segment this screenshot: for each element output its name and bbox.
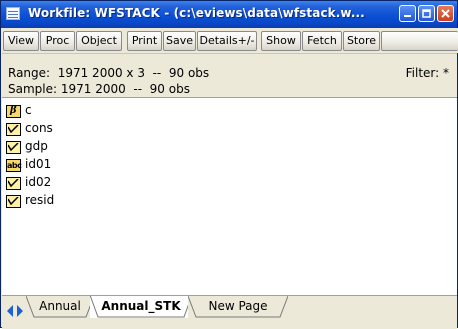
workfile-info: Range: 1971 2000 x 3 -- 90 obs Sample: 1… — [2, 53, 457, 98]
tab-label: Annual_STK — [101, 299, 181, 313]
fetch-button[interactable]: Fetch — [302, 31, 342, 51]
object-label: gdp — [25, 139, 48, 153]
minimize-button[interactable] — [399, 5, 416, 22]
series-icon — [6, 123, 21, 136]
tab-scroll-left-icon[interactable] — [6, 304, 14, 318]
show-button[interactable]: Show — [261, 31, 301, 51]
page-tab-bar: Annual Annual_STK New Page — [2, 295, 457, 329]
workfile-window: Workfile: WFSTACK - (c:\eviews\data\wfst… — [0, 0, 458, 329]
title-bar[interactable]: Workfile: WFSTACK - (c:\eviews\data\wfst… — [1, 1, 457, 28]
minimize-icon — [404, 15, 411, 17]
proc-button[interactable]: Proc — [40, 31, 75, 51]
view-button[interactable]: View — [3, 31, 39, 51]
window-title: Workfile: WFSTACK - (c:\eviews\data\wfst… — [28, 6, 365, 20]
series-icon — [6, 177, 21, 190]
range-text[interactable]: Range: 1971 2000 x 3 -- 90 obs — [8, 66, 209, 80]
print-button[interactable]: Print — [127, 31, 162, 51]
store-button[interactable]: Store — [343, 31, 380, 51]
tab-annual[interactable]: Annual — [26, 296, 94, 318]
tab-scroll-right-icon[interactable] — [16, 304, 24, 318]
toolbar-overflow-button[interactable] — [381, 31, 458, 51]
details-button[interactable]: Details+/- — [197, 31, 257, 51]
alpha-series-icon: abc — [6, 159, 22, 172]
restore-icon — [422, 9, 431, 18]
restore-button[interactable] — [418, 5, 435, 22]
tab-label: New Page — [208, 299, 268, 313]
object-label: id02 — [25, 175, 52, 189]
sample-text[interactable]: Sample: 1971 2000 -- 90 obs — [8, 82, 190, 96]
tab-label: Annual — [39, 299, 81, 313]
object-list: β c cons gdp abc id01 id02 resid — [2, 97, 457, 296]
workfile-icon — [6, 7, 20, 20]
object-label: cons — [25, 121, 53, 135]
close-button[interactable] — [437, 5, 454, 22]
save-button[interactable]: Save — [163, 31, 196, 51]
series-icon — [6, 141, 21, 154]
object-label: id01 — [25, 157, 52, 171]
toolbar: View Proc Object Print Save Details+/- S… — [2, 28, 458, 53]
coefficient-icon: β — [6, 105, 21, 118]
close-icon — [441, 9, 450, 18]
tab-annual-stk[interactable]: Annual_STK — [90, 296, 192, 318]
object-label: c — [25, 103, 32, 117]
object-button[interactable]: Object — [76, 31, 122, 51]
object-label: resid — [25, 193, 55, 207]
series-icon — [6, 195, 21, 208]
tab-new-page[interactable]: New Page — [188, 296, 288, 318]
filter-text[interactable]: Filter: * — [406, 66, 449, 80]
